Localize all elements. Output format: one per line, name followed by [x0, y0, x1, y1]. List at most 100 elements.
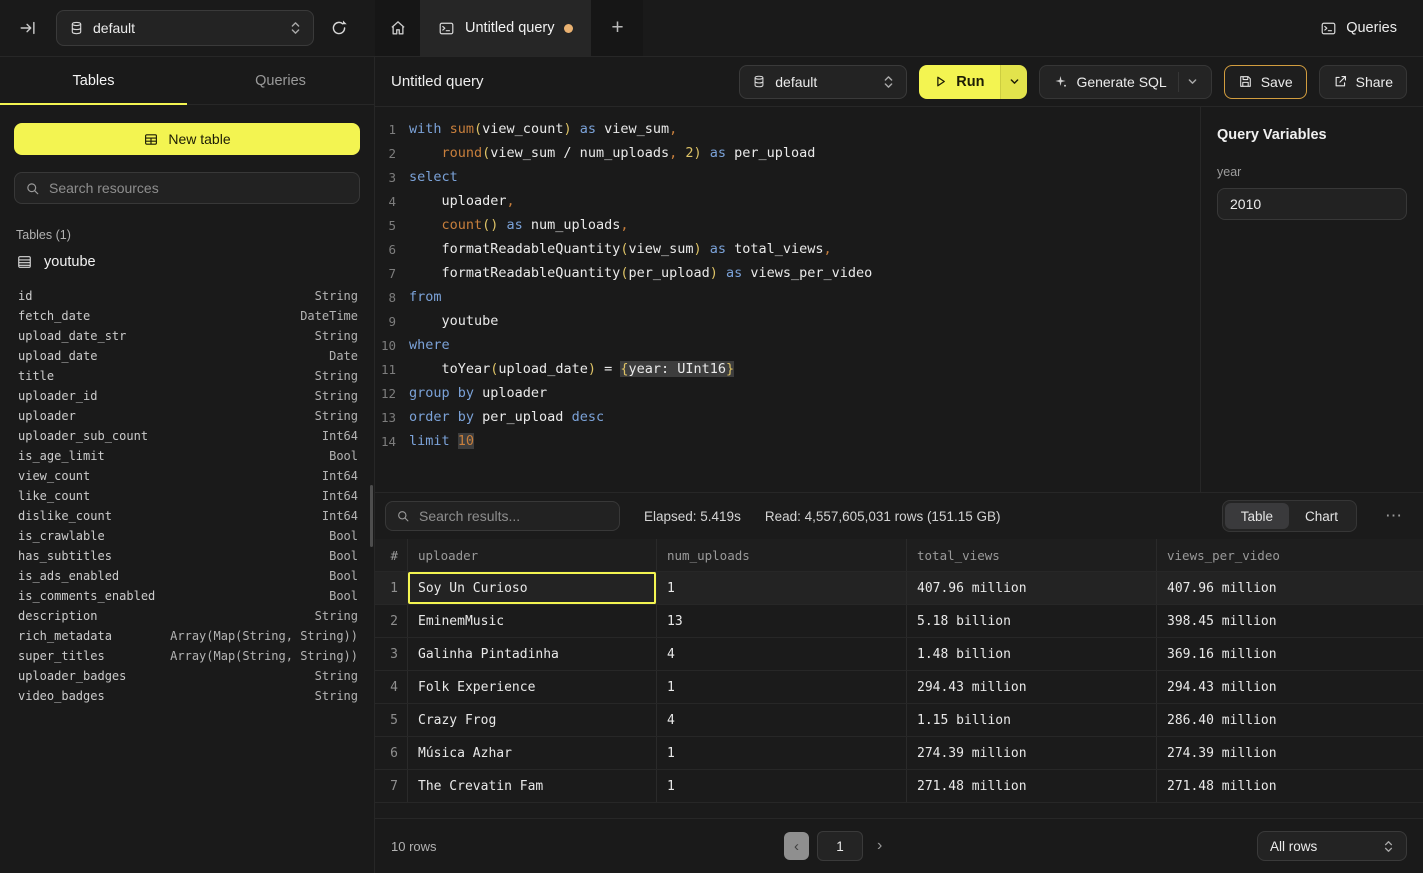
editor-line[interactable]: 8from [375, 285, 1200, 309]
table-column[interactable]: descriptionString [18, 606, 358, 626]
results-header-cell[interactable]: uploader [408, 539, 657, 571]
editor-line[interactable]: 10where [375, 333, 1200, 357]
table-cell[interactable]: 1.15 billion [907, 704, 1157, 736]
sidebar-scrollbar[interactable] [370, 485, 373, 547]
table-cell[interactable]: Galinha Pintadinha [408, 638, 657, 670]
query-database-selector[interactable]: default [739, 65, 907, 99]
table-cell[interactable]: 13 [657, 605, 907, 637]
table-cell[interactable]: Soy Un Curioso [408, 572, 657, 604]
table-cell[interactable]: 1 [657, 572, 907, 604]
table-column[interactable]: video_badgesString [18, 686, 358, 706]
table-column[interactable]: super_titlesArray(Map(String, String)) [18, 646, 358, 666]
table-cell[interactable]: 4 [657, 638, 907, 670]
database-selector[interactable]: default [56, 10, 314, 46]
table-cell[interactable]: 4 [657, 704, 907, 736]
table-cell[interactable]: 1 [657, 770, 907, 802]
table-column[interactable]: is_age_limitBool [18, 446, 358, 466]
table-cell[interactable]: EminemMusic [408, 605, 657, 637]
new-table-button[interactable]: New table [14, 123, 360, 155]
next-page-button[interactable]: › [871, 837, 888, 855]
editor-line[interactable]: 12group by uploader [375, 381, 1200, 405]
editor-line[interactable]: 1with sum(view_count) as view_sum, [375, 117, 1200, 141]
results-header-cell[interactable]: num_uploads [657, 539, 907, 571]
editor-line[interactable]: 4uploader, [375, 189, 1200, 213]
view-toggle-chart[interactable]: Chart [1289, 503, 1354, 529]
table-column[interactable]: is_comments_enabledBool [18, 586, 358, 606]
results-header-cell[interactable]: total_views [907, 539, 1157, 571]
table-cell[interactable]: 294.43 million [907, 671, 1157, 703]
table-cell[interactable]: 369.16 million [1157, 638, 1423, 670]
editor-line[interactable]: 3select [375, 165, 1200, 189]
table-cell[interactable]: 5.18 billion [907, 605, 1157, 637]
page-size-selector[interactable]: All rows [1257, 831, 1407, 861]
table-cell[interactable]: 1 [657, 737, 907, 769]
editor-line[interactable]: 6formatReadableQuantity(view_sum) as tot… [375, 237, 1200, 261]
run-options-button[interactable] [1000, 65, 1027, 99]
table-column[interactable]: like_countInt64 [18, 486, 358, 506]
queries-button[interactable]: Queries [1320, 20, 1397, 37]
share-button[interactable]: Share [1319, 65, 1407, 99]
terminal-icon [438, 20, 455, 37]
refresh-button[interactable] [320, 9, 358, 47]
generate-sql-button[interactable]: Generate SQL [1039, 65, 1211, 99]
table-cell[interactable]: 274.39 million [1157, 737, 1423, 769]
editor-line[interactable]: 13order by per_upload desc [375, 405, 1200, 429]
results-header-cell[interactable]: # [375, 539, 408, 571]
variable-year-input[interactable] [1217, 188, 1407, 220]
save-button[interactable]: Save [1224, 65, 1307, 99]
editor-line[interactable]: 14limit 10 [375, 429, 1200, 453]
table-cell[interactable]: 407.96 million [907, 572, 1157, 604]
page-number-input[interactable]: 1 [817, 831, 863, 861]
tab-untitled-query[interactable]: Untitled query [420, 0, 591, 56]
table-cell[interactable]: 1 [657, 671, 907, 703]
new-tab-button[interactable]: + [591, 0, 643, 56]
table-column[interactable]: idString [18, 286, 358, 306]
editor-line[interactable]: 9youtube [375, 309, 1200, 333]
prev-page-button[interactable]: ‹ [784, 832, 809, 860]
table-column[interactable]: is_crawlableBool [18, 526, 358, 546]
results-header-cell[interactable]: views_per_video [1157, 539, 1423, 571]
table-column[interactable]: titleString [18, 366, 358, 386]
table-cell[interactable]: 271.48 million [907, 770, 1157, 802]
table-cell[interactable]: The Crevatin Fam [408, 770, 657, 802]
table-column[interactable]: fetch_dateDateTime [18, 306, 358, 326]
table-column[interactable]: uploader_badgesString [18, 666, 358, 686]
results-search-input[interactable] [419, 508, 609, 524]
table-column[interactable]: is_ads_enabledBool [18, 566, 358, 586]
table-cell[interactable]: 398.45 million [1157, 605, 1423, 637]
table-cell[interactable]: 271.48 million [1157, 770, 1423, 802]
read-stat: Read: 4,557,605,031 rows (151.15 GB) [765, 509, 1001, 524]
table-cell[interactable]: 286.40 million [1157, 704, 1423, 736]
table-cell[interactable]: Música Azhar [408, 737, 657, 769]
table-column[interactable]: rich_metadataArray(Map(String, String)) [18, 626, 358, 646]
generate-sql-options-button[interactable] [1178, 72, 1198, 92]
table-cell[interactable]: 1.48 billion [907, 638, 1157, 670]
sql-editor[interactable]: 1with sum(view_count) as view_sum,2round… [375, 107, 1200, 492]
table-column[interactable]: uploader_idString [18, 386, 358, 406]
table-column[interactable]: has_subtitlesBool [18, 546, 358, 566]
results-more-button[interactable]: ⋯ [1381, 506, 1407, 526]
table-cell[interactable]: Crazy Frog [408, 704, 657, 736]
table-column[interactable]: upload_dateDate [18, 346, 358, 366]
table-column[interactable]: upload_date_strString [18, 326, 358, 346]
home-button[interactable] [375, 0, 420, 56]
table-column[interactable]: uploaderString [18, 406, 358, 426]
table-column[interactable]: dislike_countInt64 [18, 506, 358, 526]
editor-line[interactable]: 5count() as num_uploads, [375, 213, 1200, 237]
editor-line[interactable]: 11toYear(upload_date) = {year: UInt16} [375, 357, 1200, 381]
editor-line[interactable]: 7formatReadableQuantity(per_upload) as v… [375, 261, 1200, 285]
collapse-sidebar-button[interactable] [8, 8, 48, 48]
editor-line[interactable]: 2round(view_sum / num_uploads, 2) as per… [375, 141, 1200, 165]
table-cell[interactable]: 294.43 million [1157, 671, 1423, 703]
run-button[interactable]: Run [919, 65, 1000, 99]
sidebar-tab-queries[interactable]: Queries [187, 57, 374, 104]
sidebar-tab-tables[interactable]: Tables [0, 57, 187, 104]
table-cell[interactable]: 274.39 million [907, 737, 1157, 769]
view-toggle-table[interactable]: Table [1225, 503, 1289, 529]
table-column[interactable]: view_countInt64 [18, 466, 358, 486]
resource-search-input[interactable] [49, 180, 349, 196]
table-column[interactable]: uploader_sub_countInt64 [18, 426, 358, 446]
table-item-youtube[interactable]: youtube [16, 254, 374, 270]
table-cell[interactable]: 407.96 million [1157, 572, 1423, 604]
table-cell[interactable]: Folk Experience [408, 671, 657, 703]
